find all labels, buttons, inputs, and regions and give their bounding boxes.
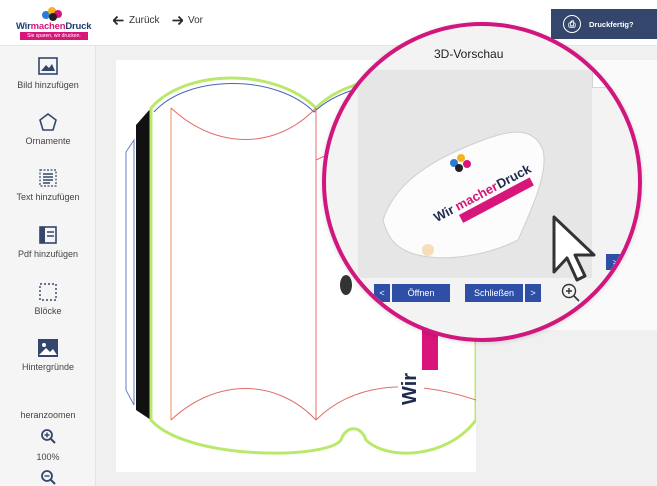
- text-icon: [39, 169, 57, 187]
- cursor-arrow-icon: [552, 215, 596, 282]
- logo-text: WirmachenDruck: [16, 21, 92, 32]
- preview-title: 3D-Vorschau: [434, 47, 504, 61]
- zoom-value: 100%: [36, 452, 60, 462]
- svg-text:Wir: Wir: [399, 373, 421, 405]
- sidebar-item-add-pdf[interactable]: Pdf hinzufügen: [0, 225, 96, 259]
- preview-magnifier: au au > > 3D-Vorschau Wir macher Druck: [322, 22, 642, 342]
- sidebar-item-label: Ornamente: [25, 136, 71, 146]
- preview-zoom-icon[interactable]: [561, 283, 581, 303]
- zoom-label: heranzoomen: [20, 410, 76, 420]
- preview-prev-button[interactable]: <: [374, 284, 390, 302]
- forward-button[interactable]: Vor: [172, 15, 203, 26]
- arrow-left-icon: [113, 16, 124, 25]
- back-button[interactable]: Zurück: [113, 15, 160, 26]
- image-icon: [38, 57, 58, 75]
- block-icon: [39, 283, 57, 301]
- pentagon-icon: [39, 113, 57, 131]
- preview-next-button[interactable]: >: [525, 284, 541, 302]
- sidebar-item-ornaments[interactable]: Ornamente: [0, 112, 96, 146]
- sidebar-item-label: Pdf hinzufügen: [17, 249, 79, 259]
- back-label: Zurück: [129, 15, 160, 26]
- logo-tagline: Sie sparen, wir drucken.: [20, 32, 88, 40]
- sidebar-item-label: Bild hinzufügen: [17, 80, 79, 90]
- logo-dots-icon: [42, 7, 66, 21]
- zoom-out-icon[interactable]: [40, 469, 56, 485]
- sidebar-item-label: Blöcke: [34, 306, 62, 316]
- pdf-icon: [39, 226, 57, 244]
- background-icon: [38, 339, 58, 357]
- sidebar-item-label: Hintergründe: [21, 362, 75, 372]
- logo[interactable]: WirmachenDruck Sie sparen, wir drucken.: [16, 7, 92, 41]
- zoom-in-icon[interactable]: [40, 428, 56, 444]
- sidebar-item-blocks[interactable]: Blöcke: [0, 282, 96, 316]
- sidebar-item-add-text[interactable]: Text hinzufügen: [0, 168, 96, 202]
- preview-close-button[interactable]: Schließen: [465, 284, 523, 302]
- sidebar-item-add-image[interactable]: Bild hinzufügen: [0, 56, 96, 90]
- background-input-value: au: [598, 70, 610, 81]
- preview-open-button[interactable]: Öffnen: [392, 284, 450, 302]
- sidebar-item-label: Text hinzufügen: [16, 192, 80, 202]
- background-next2-button[interactable]: >: [626, 254, 638, 270]
- arrow-right-icon: [172, 16, 183, 25]
- forward-label: Vor: [188, 15, 204, 26]
- sidebar-item-backgrounds[interactable]: Hintergründe: [0, 338, 96, 372]
